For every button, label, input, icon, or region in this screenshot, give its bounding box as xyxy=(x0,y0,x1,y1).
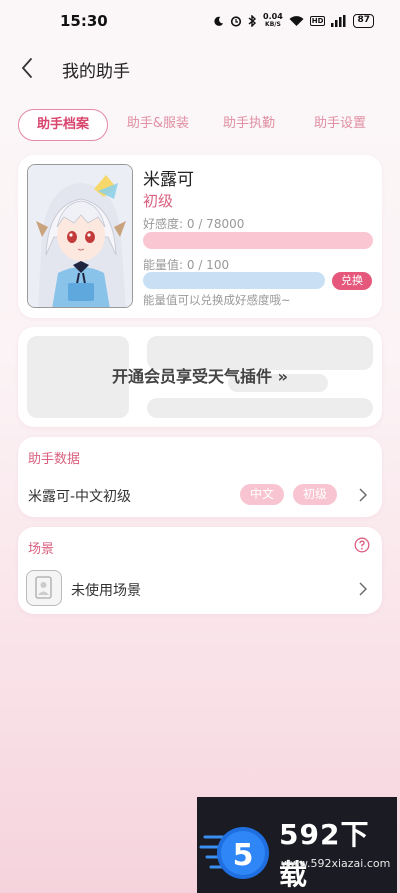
energy-hint: 能量值可以兑换成好感度哦~ xyxy=(143,293,291,307)
chevron-right-icon xyxy=(359,582,367,596)
assistant-data-card: 助手数据 米露可-中文初级 中文 初级 xyxy=(18,437,382,517)
tab-settings[interactable]: 助手设置 xyxy=(295,109,385,141)
status-bar: 15:30 0.04 KB/S HD 87 xyxy=(0,0,400,44)
status-icons: 0.04 KB/S HD 87 xyxy=(213,13,374,29)
scene-row[interactable]: 未使用场景 xyxy=(18,567,382,611)
tab-bar: 助手档案 助手&服装 助手执勤 助手设置 xyxy=(18,109,382,141)
scene-text: 未使用场景 xyxy=(71,583,141,599)
energy-value: 0 / 100 xyxy=(186,258,230,272)
hd-badge: HD xyxy=(309,16,326,26)
tab-profile[interactable]: 助手档案 xyxy=(18,109,108,141)
page-title: 我的助手 xyxy=(62,62,130,82)
language-tag: 中文 xyxy=(240,484,284,505)
status-time: 15:30 xyxy=(60,12,108,30)
weather-promo-text: 开通会员享受天气插件 » xyxy=(112,367,288,386)
assistant-name: 米露可 xyxy=(143,170,194,190)
net-speed-value: 0.04 xyxy=(263,12,283,21)
level-tag: 初级 xyxy=(293,484,337,505)
alarm-icon xyxy=(230,16,242,27)
assistant-data-text: 米露可-中文初级 xyxy=(28,489,132,505)
watermark-logo-char: 5 xyxy=(233,838,254,873)
assistant-data-row[interactable]: 米露可-中文初级 中文 初级 xyxy=(18,477,382,513)
header: 我的助手 xyxy=(0,48,400,88)
favor-readout: 好感度: 0 / 78000 xyxy=(143,215,244,232)
tab-duty[interactable]: 助手执勤 xyxy=(204,109,294,141)
net-speed: 0.04 KB/S xyxy=(263,13,283,29)
question-circle-icon[interactable] xyxy=(354,537,370,553)
watermark-url: www.592xiazai.com xyxy=(281,857,391,870)
assistant-data-title: 助手数据 xyxy=(28,452,81,467)
assistant-level: 初级 xyxy=(143,192,174,210)
watermark-brand: 592下载 xyxy=(279,818,370,891)
net-speed-unit: KB/S xyxy=(265,21,281,28)
tab-outfit[interactable]: 助手&服装 xyxy=(113,109,203,141)
assistant-avatar[interactable] xyxy=(27,164,133,308)
weather-plugin-promo[interactable]: 开通会员享受天气插件 » xyxy=(18,327,382,427)
scene-title: 场景 xyxy=(28,542,55,557)
signal-icon xyxy=(331,15,346,27)
site-watermark: 5 592下载 www.592xiazai.com xyxy=(197,797,397,893)
anime-girl-illustration xyxy=(28,165,132,307)
favor-progress-bar xyxy=(143,232,373,249)
energy-progress-bar xyxy=(143,272,325,289)
favor-label: 好感度: xyxy=(143,217,184,231)
chevron-right-icon xyxy=(359,488,367,502)
moon-icon xyxy=(214,16,224,26)
battery-indicator: 87 xyxy=(353,14,374,28)
profile-card: 米露可 初级 好感度: 0 / 78000 能量值: 0 / 100 兑换 能量… xyxy=(18,155,382,318)
scene-card: 场景 未使用场景 xyxy=(18,527,382,614)
energy-label: 能量值: xyxy=(143,258,184,272)
watermark-logo: 5 xyxy=(199,827,269,879)
scene-thumbnail-icon xyxy=(26,570,62,606)
wifi-icon xyxy=(289,15,304,26)
favor-value: 0 / 78000 xyxy=(186,217,245,231)
energy-readout: 能量值: 0 / 100 xyxy=(143,256,229,273)
bluetooth-icon xyxy=(248,15,257,27)
chevron-left-icon[interactable] xyxy=(16,56,40,80)
exchange-button[interactable]: 兑换 xyxy=(332,272,372,290)
